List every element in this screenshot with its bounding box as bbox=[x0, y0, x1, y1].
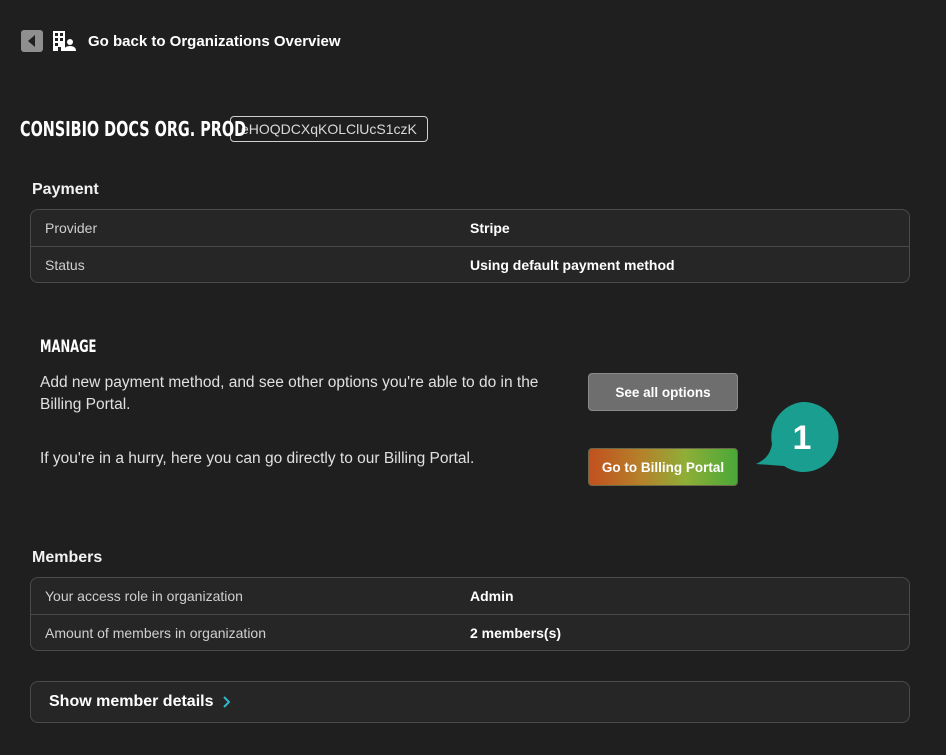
member-details-label[interactable]: Show member details bbox=[49, 693, 214, 711]
members-table: Your access role in organization Admin A… bbox=[30, 577, 910, 651]
organization-header: CONSIBIO DOCS ORG. PROD eHOQDCXqKOLClUcS… bbox=[20, 116, 428, 142]
chevron-right-icon[interactable] bbox=[222, 696, 230, 708]
organization-id-badge: eHOQDCXqKOLClUcS1czK bbox=[230, 116, 428, 142]
organization-name: CONSIBIO DOCS ORG. PROD bbox=[20, 117, 247, 141]
show-member-details-toggle[interactable]: Show member details bbox=[30, 681, 910, 723]
see-options-description: Add new payment method, and see other op… bbox=[40, 374, 539, 413]
callout-number: 1 bbox=[793, 419, 812, 457]
payment-heading: Payment bbox=[32, 181, 99, 198]
members-heading: Members bbox=[32, 549, 103, 566]
payment-provider-value: Stripe bbox=[470, 220, 510, 236]
go-to-billing-portal-button[interactable]: Go to Billing Portal bbox=[588, 448, 738, 486]
table-row: Status Using default payment method bbox=[31, 246, 909, 282]
table-row: Your access role in organization Admin bbox=[31, 578, 909, 614]
billing-portal-description: If you're in a hurry, here you can go di… bbox=[40, 450, 475, 467]
payment-status-label: Status bbox=[45, 256, 85, 273]
manage-heading: MANAGE bbox=[40, 337, 97, 357]
back-link-label[interactable]: Go back to Organizations Overview bbox=[88, 33, 341, 50]
member-count-label: Amount of members in organization bbox=[45, 624, 266, 641]
access-role-value: Admin bbox=[470, 588, 514, 604]
buildings-people-icon bbox=[51, 29, 77, 53]
table-row: Provider Stripe bbox=[31, 210, 909, 246]
payment-table: Provider Stripe Status Using default pay… bbox=[30, 209, 910, 283]
access-role-label: Your access role in organization bbox=[45, 588, 243, 604]
step-callout-badge: 1 bbox=[756, 400, 840, 472]
payment-status-value: Using default payment method bbox=[470, 256, 675, 273]
back-to-organizations-link[interactable]: Go back to Organizations Overview bbox=[21, 29, 341, 53]
table-row: Amount of members in organization 2 memb… bbox=[31, 614, 909, 650]
member-count-value: 2 members(s) bbox=[470, 624, 562, 641]
caret-left-icon[interactable] bbox=[21, 30, 43, 52]
payment-provider-label: Provider bbox=[45, 220, 98, 236]
see-all-options-button[interactable]: See all options bbox=[588, 373, 738, 411]
